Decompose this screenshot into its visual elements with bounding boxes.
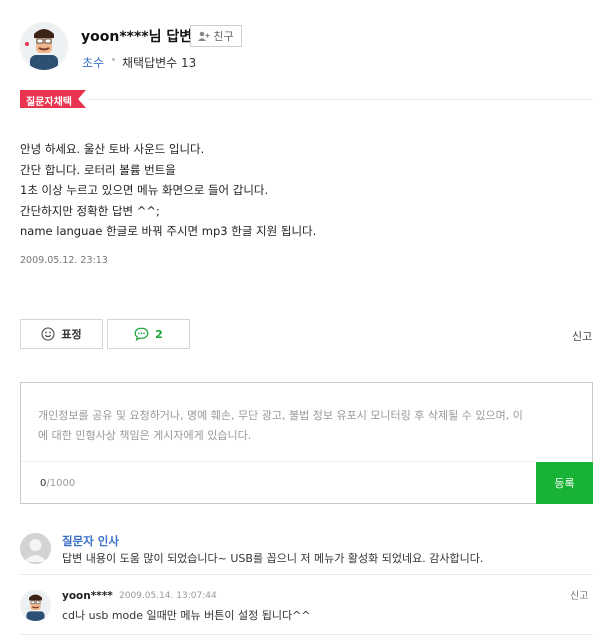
answer-line: 간단 합니다. 로터리 볼륨 번트을 [20,162,176,177]
comment-count: 2 [155,327,163,341]
comment-button[interactable]: 2 [107,319,190,349]
register-button[interactable]: 등록 [536,462,593,504]
thanks-divider [20,574,593,575]
comment-report-link[interactable]: 신고 [570,587,588,602]
character-count-max: /1000 [46,478,76,489]
smiley-icon [41,327,55,341]
comment-text: cd나 usb mode 일때만 메뉴 버튼이 설정 됩니다^^ [62,609,311,622]
answer-line: name languae 한글로 바꿔 주시면 mp3 한글 지원 됩니다. [20,224,317,238]
answer-date: 2009.05.12. 23:13 [20,255,108,266]
answer-line: 안녕 하세요. 울산 토바 사운드 입니다. [20,142,205,156]
comment-divider [20,634,593,635]
comment-date: 2009.05.14. 13:07:44 [119,591,217,601]
answerer-avatar[interactable] [20,22,68,70]
add-friend-button[interactable]: 친구 [190,25,242,47]
placeholder-line: 개인정보를 공유 및 요청하거나, 명예 훼손, 무단 광고, 불법 정보 유포… [38,409,523,422]
questioner-thanks-title: 질문자 인사 [62,534,119,548]
add-friend-label: 친구 [213,30,234,43]
selected-answer-count: 채택답변수 13 [122,56,197,70]
comment-input-placeholder[interactable]: 개인정보를 공유 및 요청하거나, 명예 훼손, 무단 광고, 불법 정보 유포… [38,406,573,446]
commenter-name[interactable]: yoon**** [62,590,113,602]
answer-line: 1초 이상 누르고 있으면 메뉴 화면으로 들어 갑니다. [20,183,269,197]
speech-bubble-icon [134,327,149,341]
emote-button[interactable]: 표정 [20,319,103,349]
character-counter: 0/1000 [40,478,75,489]
answerer-grade[interactable]: 초수 [82,54,104,71]
report-link[interactable]: 신고 [572,328,592,344]
questioner-thanks-text: 답변 내용이 도움 많이 되었습니다~ USB를 꼽으니 저 메뉴가 활성화 되… [62,552,484,565]
emote-label: 표정 [61,328,82,341]
commenter-avatar[interactable] [20,590,51,621]
answer-line: 간단하지만 정확한 답변 ^^; [20,203,160,218]
placeholder-line: 에 대한 민형사상 책임은 게시자에게 있습니다. [38,429,252,442]
separator-dot [112,58,115,61]
header-divider [88,99,593,100]
answer-body: 안녕 하세요. 울산 토바 사운드 입니다. 간단 합니다. 로터리 볼륨 번트… [20,139,580,242]
questioner-avatar [20,533,51,564]
comment-form-divider [21,461,536,462]
questioner-choice-badge: 질문자채택 [20,90,86,108]
add-person-icon [198,31,210,41]
answerer-name[interactable]: yoon****님 답변 [81,26,192,46]
